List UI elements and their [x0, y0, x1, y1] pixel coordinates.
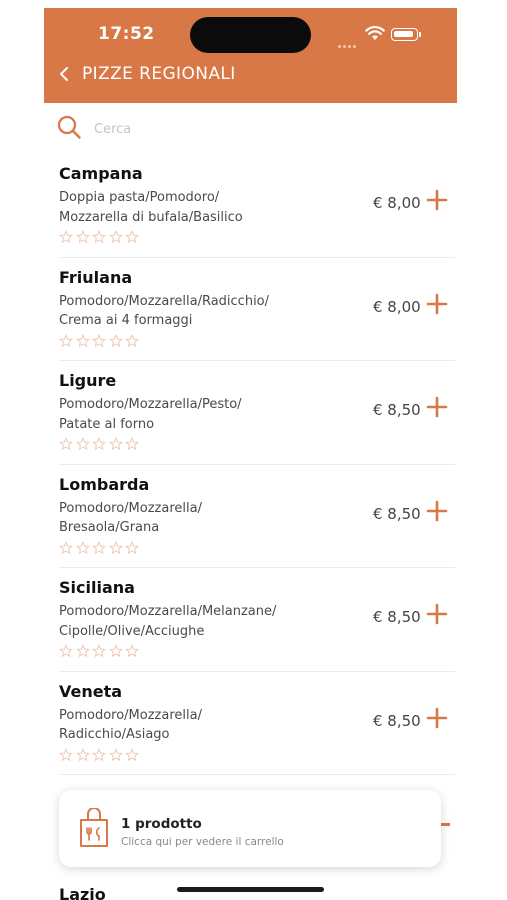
product-description-line: Mozzarella di bufala/Basilico [59, 209, 243, 225]
star-icon[interactable] [108, 644, 123, 658]
rating-stars[interactable] [59, 540, 142, 554]
status-time: 17:52 [98, 24, 155, 44]
product-name: Campana [59, 164, 143, 183]
cart-banner[interactable]: 1 prodotto Clicca qui per vedere il carr… [59, 790, 441, 867]
search-bar [56, 114, 436, 144]
product-item[interactable]: Ligure Pomodoro/Mozzarella/Pesto/Patate a… [59, 361, 455, 465]
star-icon[interactable] [75, 540, 90, 555]
product-description: Pomodoro/Mozzarella/Melanzane/Cipolle/Ol… [59, 602, 309, 641]
star-icon[interactable] [59, 230, 73, 244]
product-description: Pomodoro/Mozzarella/Pesto/Patate al forn… [59, 395, 309, 434]
add-to-cart-plus-icon[interactable] [426, 603, 448, 625]
star-icon[interactable] [125, 230, 139, 244]
product-item[interactable]: Friulana Pomodoro/Mozzarella/Radicchio/Cr… [59, 258, 455, 361]
star-icon[interactable] [75, 644, 90, 658]
star-icon[interactable] [125, 747, 139, 762]
star-icon[interactable] [59, 540, 73, 555]
add-to-cart-plus-icon[interactable] [426, 189, 448, 211]
star-icon[interactable] [125, 333, 139, 348]
cart-count-label: 1 prodotto [121, 816, 202, 832]
product-name-partial: Lazio [59, 885, 106, 900]
product-description-line: Bresaola/Grana [59, 520, 160, 535]
product-description-line: Pomodoro/Mozzarella/Melanzane/ [59, 604, 277, 619]
page-title: PIZZE REGIONALI [82, 64, 236, 84]
header-bar: 17:52 PIZZE REGIONALI [44, 8, 457, 103]
product-price: € 8,00 [373, 297, 421, 316]
star-icon[interactable] [59, 644, 73, 658]
product-name: Ligure [59, 371, 117, 390]
product-item[interactable]: Campana Doppia pasta/Pomodoro/Mozzarella … [59, 154, 455, 258]
cart-hint-label: Clicca qui per vedere il carrello [121, 836, 284, 848]
star-icon[interactable] [125, 644, 139, 658]
product-description-line: Pomodoro/Mozzarella/Radicchio/ [59, 293, 270, 309]
star-icon[interactable] [125, 437, 139, 451]
add-to-cart-plus-icon[interactable] [426, 707, 448, 729]
product-description: Doppia pasta/Pomodoro/Mozzarella di bufa… [59, 188, 309, 227]
product-price: € 8,50 [373, 504, 421, 523]
battery-icon [391, 28, 421, 41]
product-item[interactable]: Lombarda Pomodoro/Mozzarella/Bresaola/Gra… [59, 465, 455, 568]
rating-stars[interactable] [59, 436, 142, 451]
star-icon[interactable] [59, 747, 73, 762]
product-price: € 8,00 [373, 194, 421, 212]
product-price: € 8,50 [373, 401, 421, 419]
add-to-cart-plus-icon[interactable] [426, 396, 448, 418]
star-icon[interactable] [92, 644, 106, 658]
product-name: Friulana [59, 267, 133, 287]
search-icon [57, 115, 81, 139]
home-indicator [177, 887, 324, 892]
product-description-line: Pomodoro/Mozzarella/Pesto/ [59, 397, 242, 412]
star-icon[interactable] [75, 333, 90, 348]
star-icon[interactable] [108, 230, 123, 244]
product-list: Campana Doppia pasta/Pomodoro/Mozzarella … [44, 154, 457, 775]
star-icon[interactable] [75, 747, 90, 762]
product-description: Pomodoro/Mozzarella/Radicchio/Asiago [59, 706, 309, 745]
star-icon[interactable] [59, 333, 73, 348]
back-chevron-icon[interactable] [56, 63, 74, 85]
add-to-cart-plus-icon[interactable] [426, 293, 448, 315]
star-icon[interactable] [75, 437, 90, 451]
star-icon[interactable] [108, 437, 123, 451]
product-item[interactable]: Siciliana Pomodoro/Mozzarella/Melanzane/C… [59, 568, 455, 672]
rating-stars[interactable] [59, 747, 142, 761]
product-description-line: Pomodoro/Mozzarella/ [59, 707, 202, 723]
star-icon[interactable] [108, 540, 123, 555]
signal-icon [338, 33, 360, 48]
rating-stars[interactable] [59, 643, 142, 658]
wifi-icon [365, 26, 385, 40]
shopping-bag-icon [80, 808, 108, 847]
product-item[interactable]: Veneta Pomodoro/Mozzarella/Radicchio/Asia… [59, 672, 455, 775]
product-name: Siciliana [59, 578, 135, 597]
add-button-partial [440, 823, 450, 826]
dynamic-island [190, 17, 311, 53]
product-name: Veneta [59, 681, 123, 701]
product-description-line: Doppia pasta/Pomodoro/ [59, 190, 220, 205]
star-icon[interactable] [125, 540, 139, 555]
star-icon[interactable] [92, 540, 106, 555]
product-description-line: Crema ai 4 formaggi [59, 313, 193, 328]
add-to-cart-plus-icon[interactable] [426, 500, 448, 522]
star-icon[interactable] [108, 747, 123, 762]
product-description-line: Cipolle/Olive/Acciughe [59, 623, 205, 639]
star-icon[interactable] [59, 437, 73, 451]
product-name: Lombarda [59, 474, 150, 494]
star-icon[interactable] [92, 230, 106, 244]
rating-stars[interactable] [59, 333, 142, 347]
app-screen: 17:52 PIZZE REGIONALI Campana Doppia past… [44, 8, 457, 900]
star-icon[interactable] [92, 437, 106, 451]
product-description: Pomodoro/Mozzarella/Radicchio/Crema ai 4… [59, 292, 309, 331]
product-price: € 8,50 [373, 711, 421, 730]
product-description-line: Radicchio/Asiago [59, 727, 170, 742]
rating-stars[interactable] [59, 229, 142, 244]
star-icon[interactable] [92, 747, 106, 762]
star-icon[interactable] [92, 333, 106, 348]
star-icon[interactable] [108, 333, 123, 348]
search-input[interactable] [92, 116, 426, 142]
product-price: € 8,50 [373, 608, 421, 626]
product-description-line: Pomodoro/Mozzarella/ [59, 500, 202, 516]
star-icon[interactable] [75, 230, 90, 244]
product-description: Pomodoro/Mozzarella/Bresaola/Grana [59, 499, 309, 538]
product-description-line: Patate al forno [59, 416, 155, 432]
